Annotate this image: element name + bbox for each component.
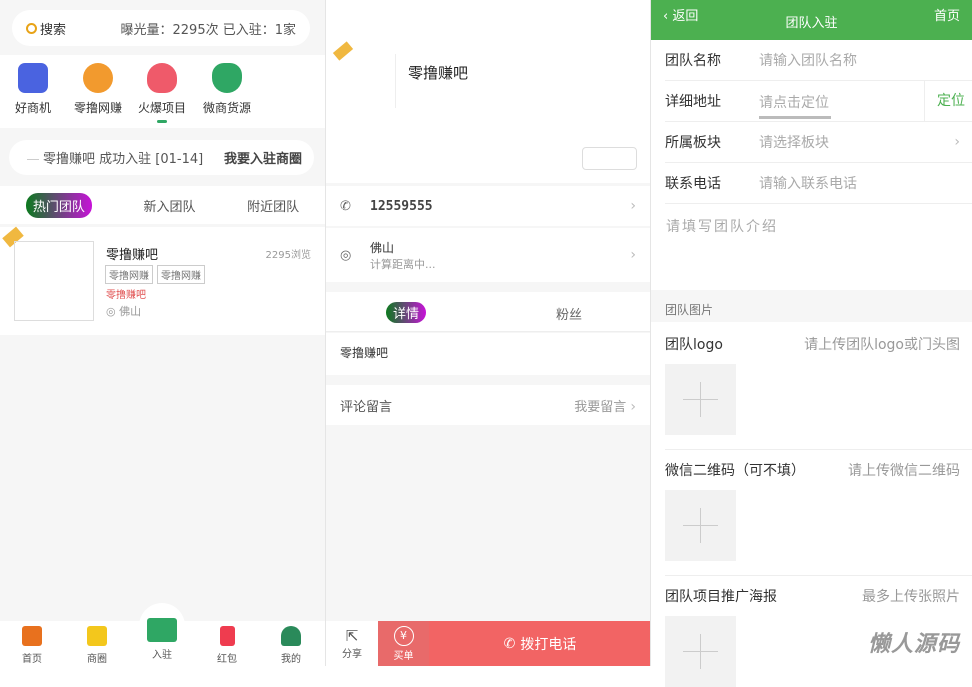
category-row: 好商机 零撸网赚 火爆项目 微商货源 [0,55,325,128]
upload-logo[interactable] [665,364,736,435]
join-form-screen: ‹ 返回 团队入驻 首页 团队名称 请输入团队名称 详细地址 请点击定位 定位 所属板… [650,0,972,687]
upload-poster[interactable] [665,616,736,687]
page-title: 团队入驻 [785,16,838,31]
flame-icon [147,63,177,93]
detail-tabs: 详情 粉丝 [326,292,650,332]
share-icon: ⇱ [345,627,359,645]
phone-icon: ✆ [503,635,516,652]
team-avatar [342,54,396,108]
red-packet-icon [219,626,235,646]
field-phone[interactable]: 联系电话 请输入联系电话 [665,163,972,204]
address-row[interactable]: ◎ 佛山 计算距离中... › [326,228,650,282]
intro-textarea[interactable]: 请填写团队介绍 [666,216,778,236]
watermark: 懒人源码 [867,632,960,657]
call-button[interactable]: ✆ 拨打电话 [429,621,651,666]
tab-fans[interactable]: 粉丝 [556,304,582,323]
location-icon: ◎ [106,305,120,318]
detail-header: 零撸赚吧 [326,0,650,183]
pay-button[interactable]: ¥ 买单 [378,621,429,666]
form-header: ‹ 返回 团队入驻 首页 [651,0,972,40]
blocks-icon [87,626,107,646]
detail-screen: 零撸赚吧 ✆ 12559555 › ◎ 佛山 计算距离中... › 详情 粉丝 零撸赚… [325,0,651,666]
chevron-right-icon: › [630,247,636,263]
user-icon [281,626,301,646]
team-tabs: 热门团队 新入团队 附近团队 [0,186,325,224]
nav-join[interactable]: 入驻 [142,618,182,661]
category-lingluwangzhuan[interactable]: 零撸网赚 [70,63,126,116]
field-team-name[interactable]: 团队名称 请输入团队名称 [665,40,972,81]
search-icon [26,22,37,34]
upload-wechat-qr[interactable] [665,490,736,561]
share-button[interactable]: ⇱ 分享 [326,621,378,666]
tab-hot[interactable]: 热门团队 [25,192,92,218]
category-haoshangji[interactable]: 好商机 [10,63,56,116]
section-title: 团队图片 [651,290,972,322]
home-icon [22,626,42,646]
join-link[interactable]: 我要入驻商圈 [224,148,302,167]
comments-row[interactable]: 评论留言 我要留言 › [326,385,650,425]
phone-row[interactable]: ✆ 12559555 › [326,186,650,226]
nav-home[interactable]: 首页 [12,626,52,665]
locate-button[interactable]: 定位 [924,80,972,122]
edit-icon [147,618,177,642]
home-screen: 搜索 曝光量：2295次 已入驻：1家 好商机 零撸网赚 火爆项目 微商货源 零… [0,0,325,666]
nav-mine[interactable]: 我的 [271,626,311,665]
yen-icon: ¥ [393,626,414,646]
team-image [14,241,94,321]
money-bag-icon [212,63,242,93]
field-category[interactable]: 所属板块 请选择板块 › [665,122,972,163]
tab-new[interactable]: 新入团队 [143,196,195,215]
nav-circle[interactable]: 商圈 [77,626,117,665]
nav-redpacket[interactable]: 红包 [207,626,247,665]
description: 零撸赚吧 [326,333,650,375]
chevron-right-icon: › [954,134,960,150]
tab-details[interactable]: 详情 [386,302,427,323]
chevron-right-icon: › [630,198,636,214]
location-icon: ◎ [340,247,352,263]
home-link[interactable]: 首页 [934,5,960,24]
team-card[interactable]: 零撸赚吧 2295浏览 零撸网赚 零撸网赚 零撸赚吧 ◎ 佛山 [0,226,325,335]
chevron-right-icon: › [630,398,636,415]
money-bag-icon [83,63,113,93]
opportunity-icon [18,63,48,93]
search-bar[interactable]: 搜索 曝光量：2295次 已入驻：1家 [12,10,310,46]
notice-bar: 零撸赚吧 成功入驻 [01-14] 我要入驻商圈 [9,140,314,175]
stats-text: 曝光量：2295次 已入驻：1家 [120,22,297,38]
category-huobaoxiangmu[interactable]: 火爆项目 [134,63,190,123]
active-indicator [157,120,167,123]
field-address[interactable]: 详细地址 请点击定位 定位 [665,80,972,122]
follow-button[interactable] [582,147,637,170]
tab-nearby[interactable]: 附近团队 [247,196,299,215]
category-weishanghuoyuan[interactable]: 微商货源 [199,63,255,116]
phone-icon: ✆ [340,198,351,214]
tags: 零撸网赚 零撸网赚 [105,265,205,284]
